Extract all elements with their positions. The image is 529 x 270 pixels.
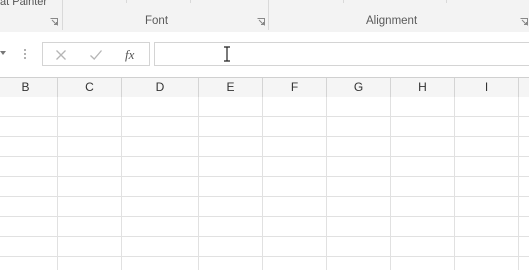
cell-grid[interactable] [0,97,529,270]
enter-check-icon[interactable] [88,47,104,63]
column-header-b[interactable]: B [0,78,58,97]
column-gridline [326,97,327,270]
clipboard-dialog-launcher-icon[interactable] [50,18,58,26]
font-group-label: Font [145,15,169,27]
column-header-d[interactable]: D [122,78,199,97]
font-dialog-launcher-icon[interactable] [257,18,265,26]
row-gridline [0,236,529,237]
column-gridline [198,97,199,270]
column-gridline [390,97,391,270]
ribbon-tick [126,0,127,3]
column-header-row: B C D E F G H I [0,77,529,98]
column-header-f[interactable]: F [263,78,327,97]
splitter-handle-icon[interactable] [22,47,28,61]
alignment-group-label: Alignment [366,15,418,27]
column-gridline [518,97,519,270]
group-separator [268,0,269,30]
column-header-g[interactable]: G [327,78,391,97]
column-header-h[interactable]: H [391,78,455,97]
column-gridline [57,97,58,270]
formula-input[interactable] [154,42,529,66]
insert-function-label: fx [125,47,135,62]
row-gridline [0,196,529,197]
row-gridline [0,136,529,137]
format-painter-label[interactable]: at Painter [0,0,47,8]
row-gridline [0,156,529,157]
group-separator [62,0,63,30]
row-gridline [0,256,529,257]
alignment-dialog-launcher-icon[interactable] [520,18,528,26]
cancel-x-icon[interactable] [53,47,69,63]
column-header-e[interactable]: E [199,78,263,97]
ribbon: at Painter Font Alignment [0,0,529,33]
column-header-c[interactable]: C [58,78,122,97]
name-box-dropdown-icon[interactable] [0,42,10,64]
column-gridline [121,97,122,270]
column-header-i[interactable]: I [455,78,519,97]
column-gridline [454,97,455,270]
ribbon-tick [446,0,447,3]
insert-function-button[interactable]: fx [123,47,143,63]
row-gridline [0,176,529,177]
formula-buttons: fx [42,42,150,66]
row-gridline [0,116,529,117]
row-gridline [0,216,529,217]
ribbon-tick [190,0,191,3]
column-gridline [262,97,263,270]
ribbon-tick [343,0,344,3]
